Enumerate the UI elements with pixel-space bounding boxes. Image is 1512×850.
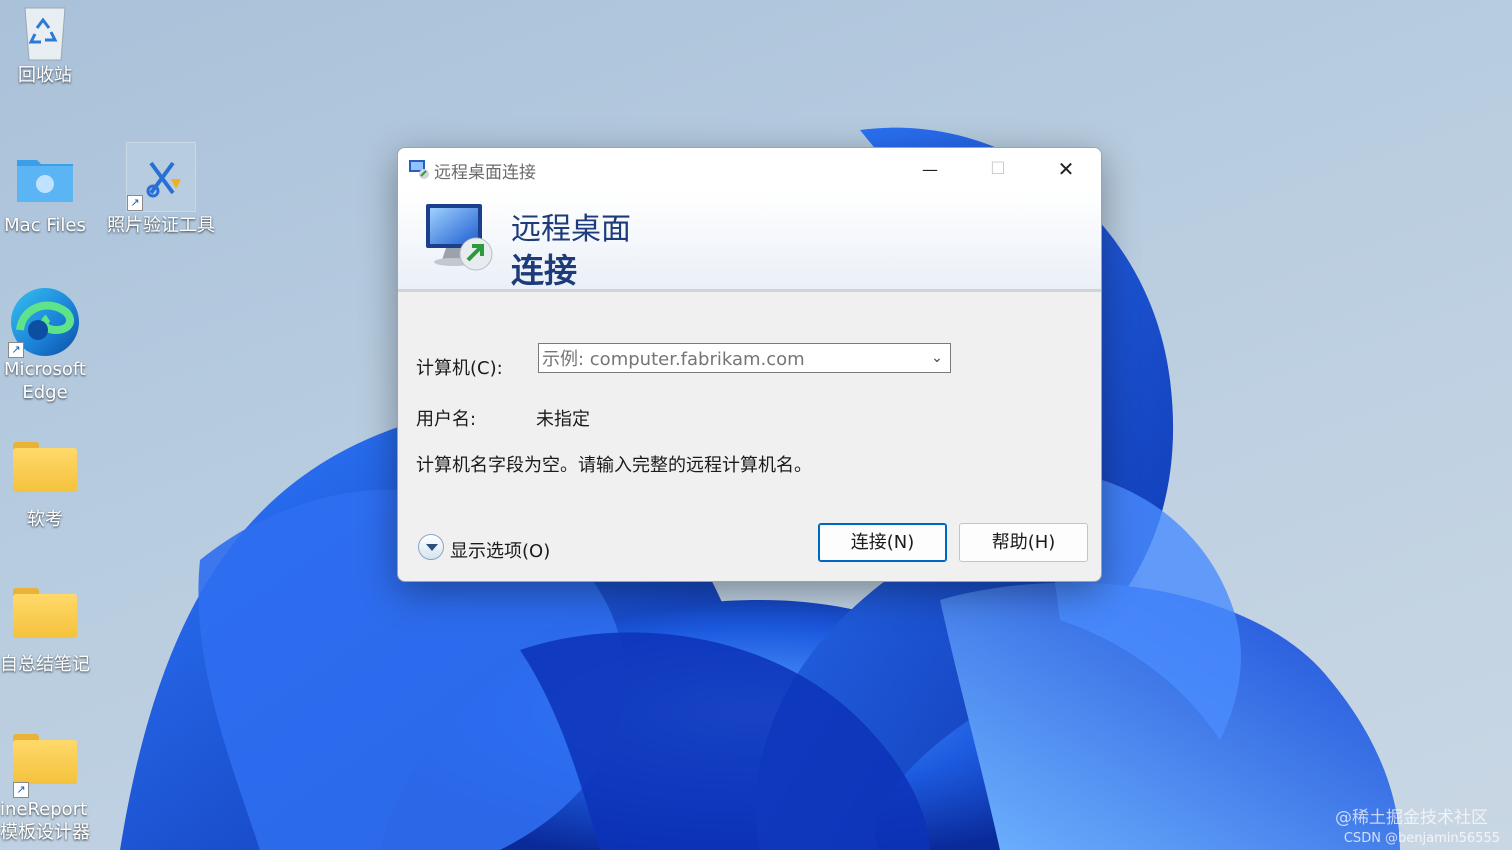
desktop-icon-recycle-bin[interactable]: 回收站	[0, 2, 100, 87]
maximize-icon: ☐	[990, 159, 1006, 179]
desktop-icon-notes-folder[interactable]: 自总结笔记	[0, 588, 100, 676]
watermark-csdn: CSDN @benjamin56555	[1343, 831, 1500, 846]
folder-icon	[13, 442, 77, 492]
minimize-button[interactable]: —	[896, 148, 964, 190]
desktop-icon-label: 自总结笔记	[0, 654, 90, 675]
dialog-titlebar[interactable]: 远程桌面连接 — ☐ ✕	[398, 148, 1101, 190]
desktop-icon-label: 软考	[27, 509, 63, 530]
folder-icon	[13, 588, 77, 638]
computer-input[interactable]	[538, 343, 951, 373]
username-value: 未指定	[536, 409, 590, 430]
watermark-juejin: @稀土掘金技术社区	[1335, 808, 1488, 828]
maximize-button[interactable]: ☐	[964, 148, 1032, 190]
desktop-icon-ruankao-folder[interactable]: 软考	[0, 442, 100, 531]
shortcut-arrow-icon: ↗	[8, 342, 24, 358]
expand-arrow-icon	[426, 544, 438, 551]
close-icon: ✕	[1057, 157, 1075, 181]
recycle-bin-icon	[24, 7, 66, 61]
close-button[interactable]: ✕	[1032, 148, 1100, 190]
desktop-icon-microsoft-edge[interactable]: ↗ Microsoft Edge	[0, 286, 100, 404]
chevron-down-icon[interactable]: ⌄	[927, 348, 947, 368]
help-button[interactable]: 帮助(H)	[959, 523, 1088, 562]
dialog-title: 远程桌面连接	[434, 163, 536, 183]
desktop-icon-report-designer[interactable]: ↗ ineReport模板设计器	[0, 734, 100, 844]
banner-title-line2: 连接	[511, 251, 577, 290]
desktop-icon-photo-verify-tool[interactable]: ↗ 照片验证工具	[106, 142, 216, 237]
desktop-icon-label: ineReport模板设计器	[0, 799, 90, 843]
desktop-icon-label: 回收站	[18, 65, 72, 86]
shortcut-arrow-icon: ↗	[127, 195, 143, 211]
desktop-icon-mac-files[interactable]: Mac Files	[0, 152, 100, 237]
desktop-icon-label: 照片验证工具	[107, 215, 215, 236]
connect-button[interactable]: 连接(N)	[818, 523, 947, 562]
banner-title-line1: 远程桌面	[511, 212, 631, 247]
mac-folder-icon	[17, 160, 73, 202]
status-message: 计算机名字段为空。请输入完整的远程计算机名。	[416, 455, 812, 476]
computer-label: 计算机(C):	[416, 358, 503, 379]
remote-desktop-logo-icon	[426, 204, 493, 271]
folder-icon: ↗	[13, 734, 77, 798]
desktop-icon-label: Microsoft Edge	[4, 359, 86, 403]
desktop-icon-label: Mac Files	[4, 215, 86, 236]
show-options-label[interactable]: 显示选项(O)	[450, 537, 550, 563]
shortcut-arrow-icon: ↗	[13, 782, 29, 798]
dialog-banner: 远程桌面 连接	[398, 190, 1101, 292]
minimize-icon: —	[922, 159, 938, 179]
username-label: 用户名:	[416, 409, 477, 430]
show-options-toggle[interactable]	[418, 534, 444, 560]
remote-desktop-app-icon	[409, 160, 429, 179]
remote-desktop-dialog: 远程桌面连接 — ☐ ✕ 远程桌面 连接 计算机(C): 示例: compute…	[397, 147, 1102, 582]
